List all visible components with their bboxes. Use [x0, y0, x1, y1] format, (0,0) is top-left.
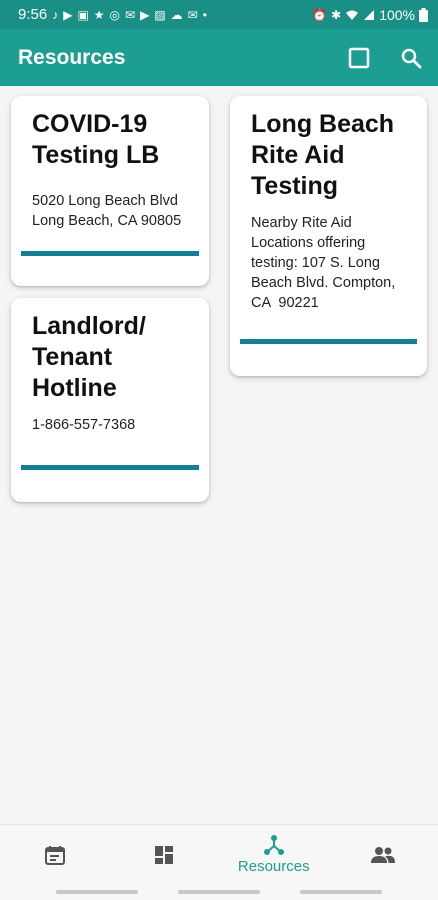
status-right: ⏰ ✱ 100% — [312, 7, 428, 23]
resource-card-covid-testing[interactable]: COVID-19 Testing LB 5020 Long Beach Blvd… — [11, 96, 209, 286]
bottom-nav: Resources — [0, 824, 438, 884]
card-accent-bar — [21, 251, 199, 256]
search-button[interactable] — [398, 45, 424, 71]
card-title-line: COVID-19 — [32, 110, 148, 138]
nav-item-resources[interactable]: Resources — [219, 825, 329, 884]
people-icon — [371, 846, 396, 863]
youtube-icon: ▶ — [63, 7, 74, 22]
signal-icon — [364, 9, 375, 20]
card-body-line: 5020 Long Beach Blvd — [32, 193, 178, 209]
gmail-icon: ✉ — [187, 7, 199, 22]
youtube-icon: ▶ — [140, 7, 151, 22]
notification-icons: ♪ ▶ ▣ ★ ◎ ✉ ▶ ▨ ☁ ✉ • — [52, 8, 208, 22]
app-bar-actions — [346, 45, 424, 71]
search-icon — [401, 48, 422, 68]
card-body: Nearby Rite Aid Locations offering testi… — [251, 213, 417, 313]
tiktok-icon: ♪ — [52, 7, 60, 22]
nav-item-dashboard[interactable] — [110, 825, 220, 884]
resource-card-rite-aid-testing[interactable]: Long Beach Rite Aid Testing Nearby Rite … — [230, 96, 427, 376]
square-icon — [348, 47, 370, 68]
photos-icon: ▨ — [154, 7, 167, 22]
battery-level: 100% — [379, 6, 415, 23]
messenger-icon: ◎ — [109, 7, 122, 22]
card-accent-bar — [21, 465, 199, 470]
status-time: 9:56 — [18, 6, 48, 23]
gmail-icon: ✉ — [125, 7, 137, 22]
card-title-line: Hotline — [32, 374, 117, 402]
app-bar: Resources — [0, 29, 438, 86]
gallery-icon: ▣ — [77, 7, 90, 22]
gesture-handle — [178, 890, 260, 894]
card-title: Landlord/ Tenant Hotline — [32, 311, 195, 404]
dot-icon: • — [202, 7, 208, 22]
card-title-line: Testing — [251, 172, 339, 200]
card-title-line: Testing LB — [32, 141, 160, 169]
calendar-icon — [44, 845, 65, 865]
card-title: Long Beach Rite Aid Testing — [251, 109, 413, 202]
card-body-line: testing: 107 S. Long — [251, 255, 380, 271]
card-body-line: Long Beach, CA 90805 — [32, 213, 182, 229]
card-title: COVID-19 Testing LB — [32, 109, 195, 171]
page-title: Resources — [18, 45, 126, 69]
square-button[interactable] — [346, 45, 372, 71]
card-title-line: Tenant — [32, 343, 113, 371]
card-body-line: 1-866-557-7368 — [32, 417, 136, 433]
status-bar: 9:56 ♪ ▶ ▣ ★ ◎ ✉ ▶ ▨ ☁ ✉ • ⏰ ✱ 100% — [0, 0, 438, 29]
wifi-icon — [346, 10, 359, 20]
status-left: 9:56 ♪ ▶ ▣ ★ ◎ ✉ ▶ ▨ ☁ ✉ • — [18, 6, 208, 23]
nav-item-calendar[interactable] — [0, 825, 110, 884]
card-title-line: Landlord/ — [32, 312, 146, 340]
card-title-line: Long Beach — [251, 110, 395, 138]
resource-card-landlord-hotline[interactable]: Landlord/ Tenant Hotline 1-866-557-7368 — [11, 298, 209, 502]
resources-icon — [263, 835, 284, 855]
card-body: 5020 Long Beach Blvd Long Beach, CA 9080… — [32, 191, 199, 231]
card-accent-bar — [240, 339, 417, 344]
card-body: 1-866-557-7368 — [32, 415, 199, 435]
card-body-line: Beach Blvd. Compton, — [251, 275, 396, 291]
star-icon: ★ — [93, 7, 106, 22]
battery-icon — [419, 7, 428, 22]
nav-item-people[interactable] — [329, 825, 438, 884]
card-body-line: Locations offering — [251, 235, 366, 251]
card-body-line: Nearby Rite Aid — [251, 215, 352, 231]
gesture-handle — [300, 890, 382, 894]
card-title-line: Rite Aid — [251, 141, 345, 169]
bluetooth-icon: ✱ — [331, 7, 342, 22]
gesture-handle — [56, 890, 138, 894]
gesture-bar-area — [0, 884, 438, 900]
nav-label-resources: Resources — [237, 858, 310, 875]
dashboard-icon — [155, 845, 174, 864]
resources-list: COVID-19 Testing LB 5020 Long Beach Blvd… — [0, 86, 438, 824]
alarm-icon: ⏰ — [312, 7, 328, 22]
card-body-line: CA 90221 — [251, 295, 319, 311]
cloud-icon: ☁ — [170, 7, 184, 22]
